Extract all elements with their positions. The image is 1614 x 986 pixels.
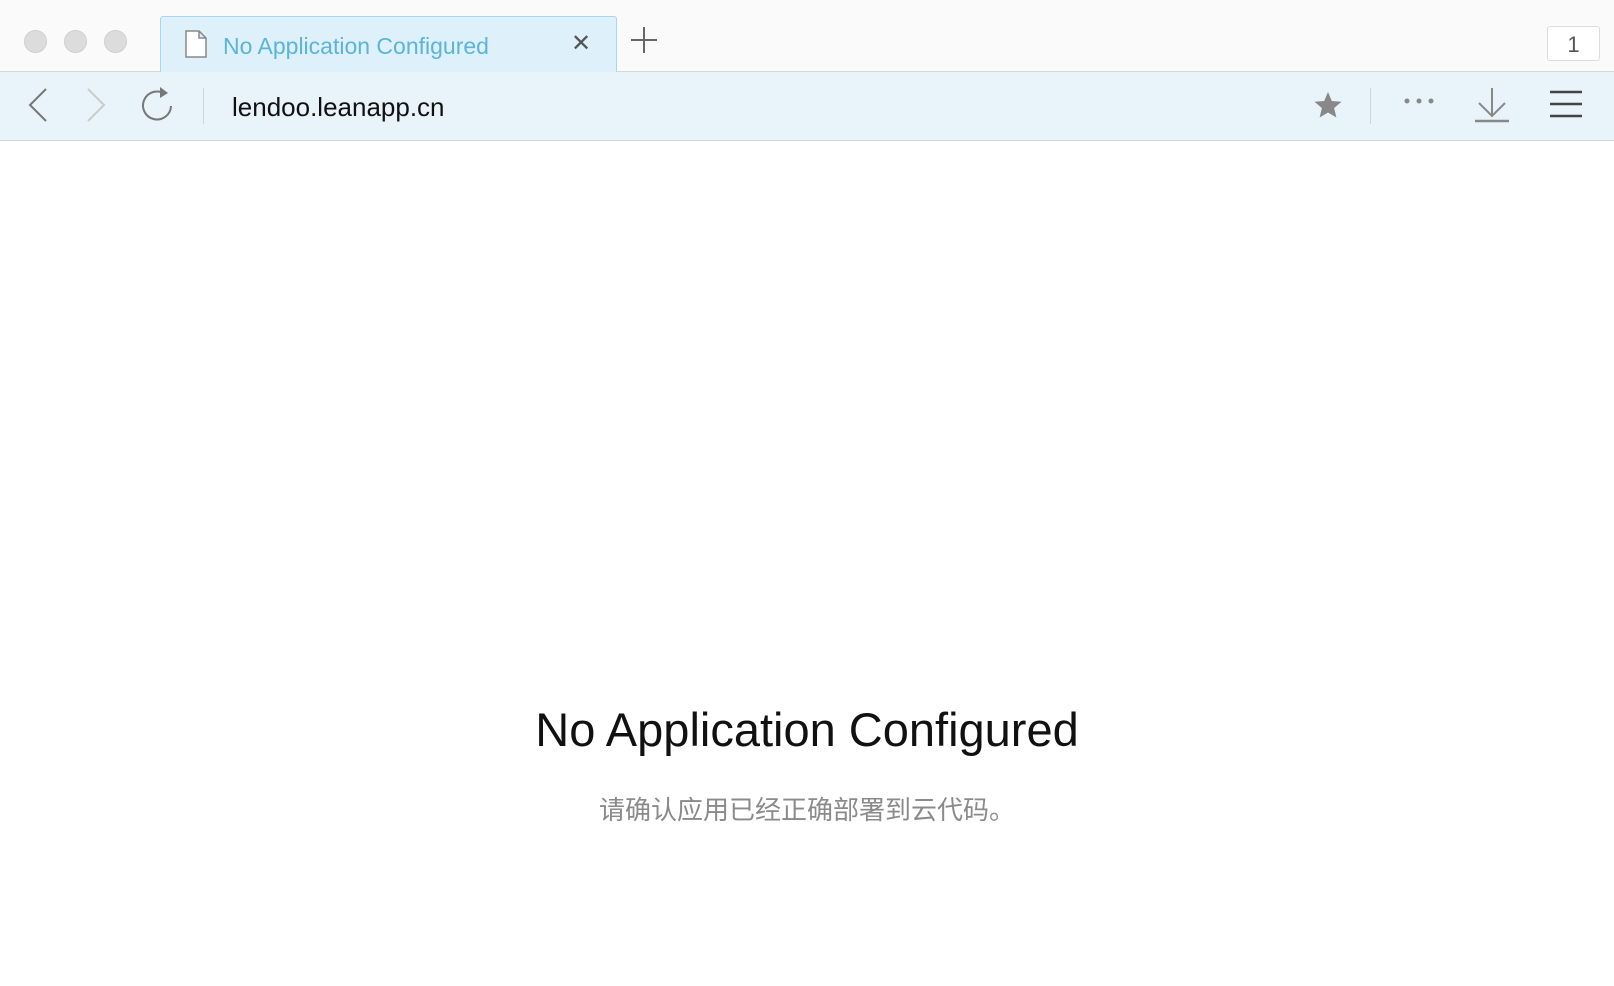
page-message: 请确认应用已经正确部署到云代码。 [598, 796, 1015, 826]
navigation-toolbar: lendoo.leanapp.cn [0, 72, 1614, 141]
forward-icon[interactable] [84, 87, 108, 123]
bookmark-star-icon[interactable] [1313, 90, 1343, 120]
document-icon [185, 30, 207, 58]
tab-title: No Application Configured [223, 33, 489, 59]
tab-counter[interactable]: 1 [1547, 26, 1600, 61]
minimize-window-button[interactable] [64, 30, 87, 53]
title-bar: No Application Configured ✕ 1 [0, 0, 1614, 73]
new-tab-icon[interactable] [630, 26, 658, 54]
separator [1370, 88, 1371, 124]
more-icon[interactable] [1402, 96, 1436, 106]
back-icon[interactable] [26, 87, 50, 123]
page-title: No Application Configured [535, 703, 1079, 756]
download-icon[interactable] [1474, 87, 1510, 123]
tab-close-icon[interactable]: ✕ [571, 29, 591, 58]
maximize-window-button[interactable] [104, 30, 127, 53]
reload-icon[interactable] [138, 84, 176, 124]
menu-icon[interactable] [1549, 89, 1583, 119]
close-window-button[interactable] [24, 30, 47, 53]
address-bar[interactable]: lendoo.leanapp.cn [232, 92, 445, 123]
browser-tab[interactable]: No Application Configured ✕ [160, 16, 617, 73]
separator [203, 88, 204, 124]
